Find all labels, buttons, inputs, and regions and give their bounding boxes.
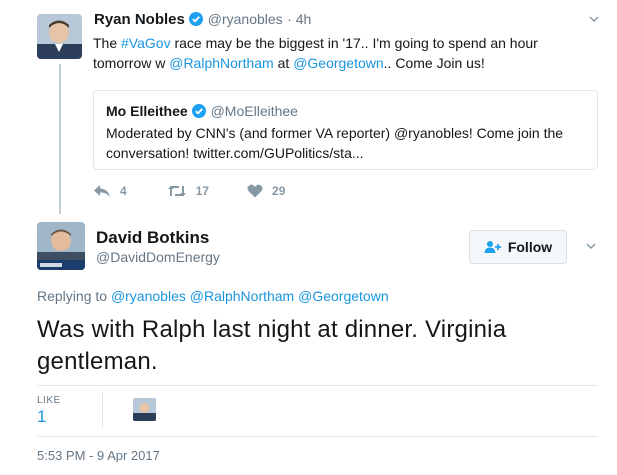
like-button[interactable]: 29 bbox=[247, 184, 285, 198]
parent-author-name[interactable]: Ryan Nobles bbox=[94, 11, 185, 28]
ryan-nobles-avatar[interactable] bbox=[37, 14, 82, 59]
hashtag-link[interactable]: #VaGov bbox=[121, 35, 171, 51]
verified-icon bbox=[192, 104, 207, 123]
liker-avatar[interactable] bbox=[133, 398, 156, 421]
david-botkins-avatar[interactable] bbox=[37, 222, 85, 270]
chevron-down-icon[interactable] bbox=[586, 241, 596, 251]
heart-icon bbox=[247, 184, 263, 198]
tweet-timestamp[interactable]: 5:53 PM - 9 Apr 2017 bbox=[37, 448, 160, 463]
quoted-tweet[interactable]: Mo Elleithee @MoElleithee Moderated by C… bbox=[93, 90, 598, 170]
parent-timestamp[interactable]: · 4h bbox=[287, 11, 311, 27]
mention-georgetown[interactable]: @Georgetown bbox=[298, 288, 388, 304]
mention-ralphnortham[interactable]: @RalphNortham bbox=[190, 288, 294, 304]
divider bbox=[37, 385, 598, 386]
divider bbox=[37, 436, 598, 437]
add-user-icon bbox=[484, 241, 501, 253]
likes-count[interactable]: 1 bbox=[37, 407, 46, 427]
likes-label: LIKE bbox=[37, 395, 61, 406]
verified-icon bbox=[189, 12, 204, 31]
reply-count: 4 bbox=[120, 184, 127, 198]
reply-icon bbox=[94, 185, 110, 197]
likes-divider bbox=[102, 391, 103, 429]
quoted-author-handle: @MoElleithee bbox=[210, 103, 298, 119]
main-author-handle[interactable]: @DavidDomEnergy bbox=[96, 249, 220, 265]
replying-to: Replying to @ryanobles @RalphNortham @Ge… bbox=[37, 288, 389, 304]
quoted-author-name: Mo Elleithee bbox=[106, 103, 188, 119]
quoted-text: Moderated by CNN's (and former VA report… bbox=[106, 125, 564, 161]
main-tweet-text: Was with Ralph last night at dinner. Vir… bbox=[37, 316, 507, 375]
retweet-button[interactable]: 17 bbox=[167, 184, 209, 198]
mention-ralphnortham[interactable]: @RalphNortham bbox=[169, 55, 273, 71]
mention-georgetown[interactable]: @Georgetown bbox=[293, 55, 383, 71]
retweet-icon bbox=[167, 185, 186, 197]
parent-tweet-text: The #VaGov race may be the biggest in '1… bbox=[93, 35, 538, 71]
chevron-down-icon[interactable] bbox=[589, 14, 599, 24]
reply-button[interactable]: 4 bbox=[93, 184, 127, 198]
main-author-name[interactable]: David Botkins bbox=[96, 228, 209, 248]
follow-label: Follow bbox=[507, 239, 553, 255]
thread-connector bbox=[59, 64, 61, 214]
like-count: 29 bbox=[272, 184, 286, 198]
parent-author-handle[interactable]: @ryanobles bbox=[208, 11, 283, 27]
retweet-count: 17 bbox=[195, 184, 210, 198]
follow-button[interactable]: Follow bbox=[469, 230, 567, 264]
mention-ryanobles[interactable]: @ryanobles bbox=[111, 288, 186, 304]
